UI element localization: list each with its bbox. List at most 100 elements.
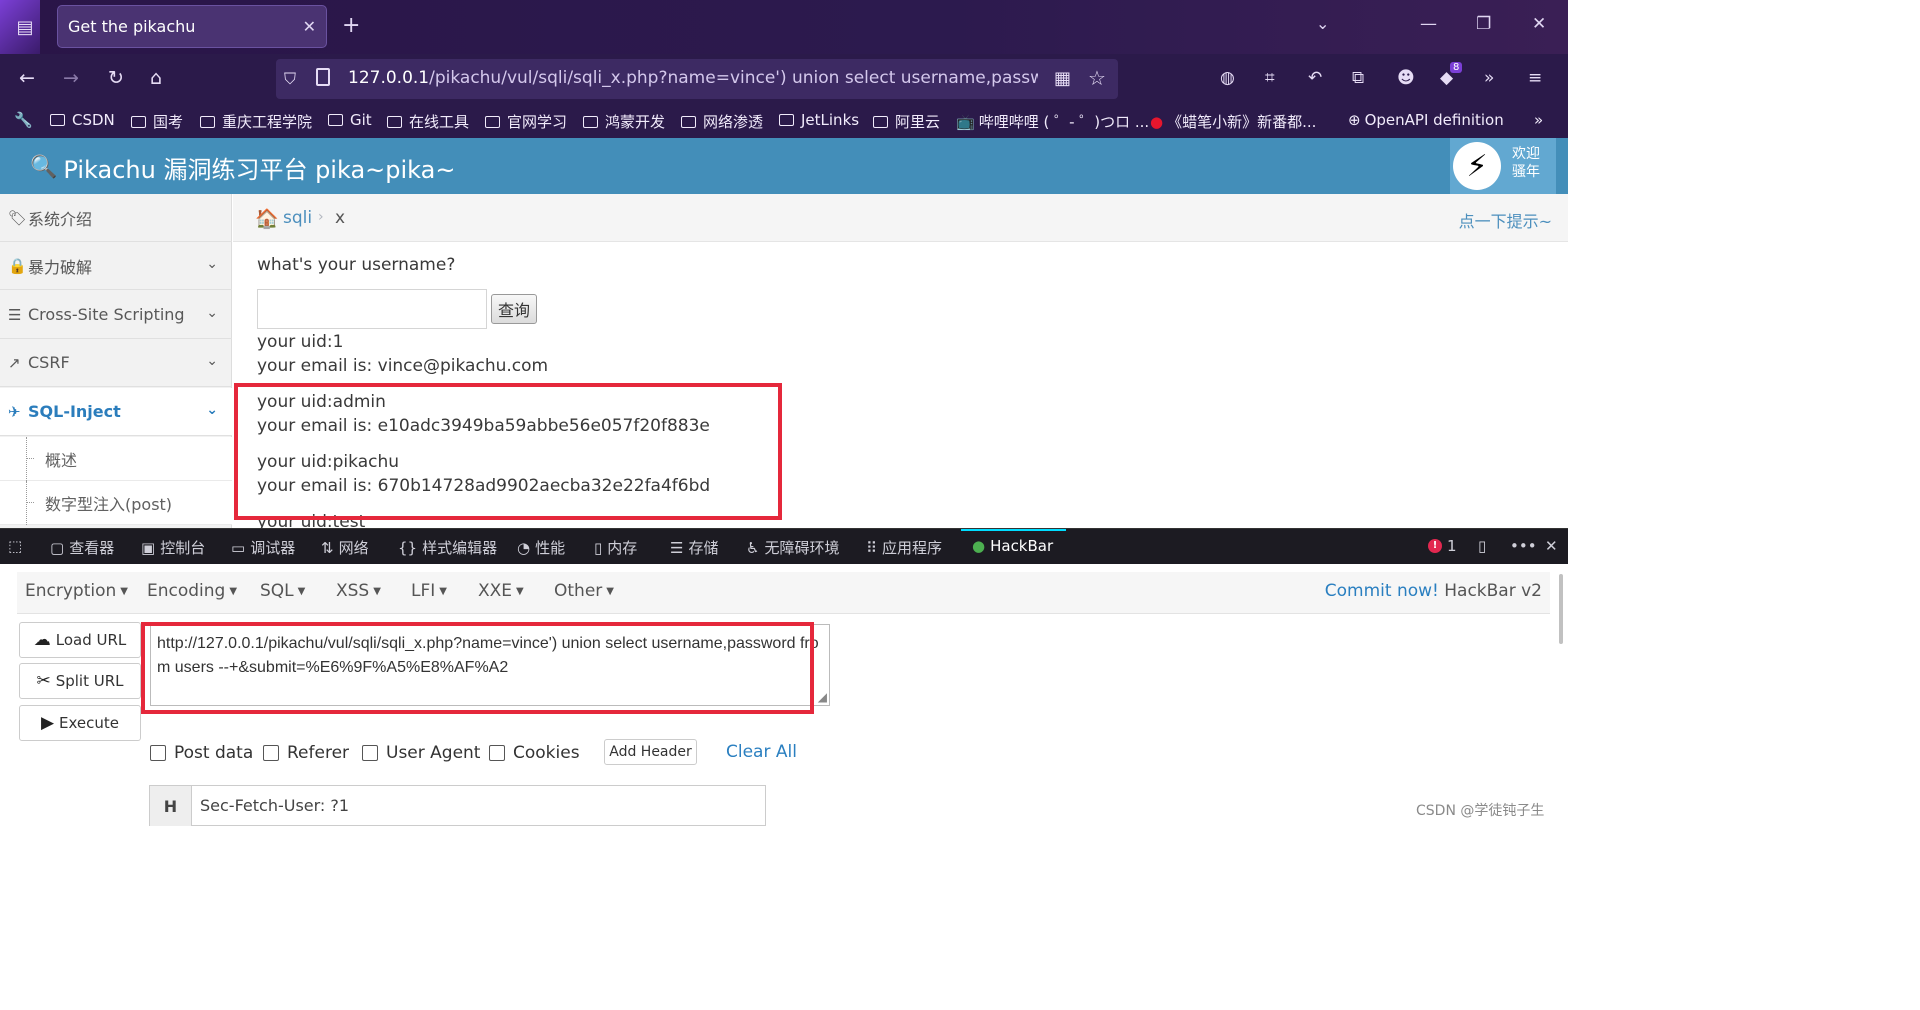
tab-style-editor[interactable]: {} 样式编辑器 — [398, 537, 497, 558]
menu-encoding[interactable]: Encoding ▼ — [147, 581, 237, 601]
bookmark-link[interactable]: ⊕ OpenAPI definition — [1348, 111, 1504, 129]
active-tab[interactable]: Get the pikachu ✕ — [57, 5, 327, 48]
bookmark-folder[interactable]: Git — [328, 111, 372, 129]
shield-icon[interactable]: ⛉ — [284, 69, 296, 89]
forward-icon[interactable]: → — [63, 68, 79, 88]
new-tab-icon[interactable]: + — [342, 13, 360, 38]
bookmark-folder[interactable]: 国考 — [131, 111, 183, 132]
tree-line — [26, 437, 27, 481]
post-data-checkbox[interactable]: Post data — [150, 743, 253, 763]
bookmark-folder[interactable]: 阿里云 — [873, 111, 940, 132]
tab-performance[interactable]: ◔ 性能 — [517, 537, 565, 558]
checkbox[interactable] — [150, 745, 166, 761]
checkbox[interactable] — [263, 745, 279, 761]
crop-icon[interactable]: ⌗ — [1265, 68, 1275, 88]
bookmark-folder[interactable]: 在线工具 — [387, 111, 469, 132]
hackbar-icon: ● — [972, 537, 986, 555]
clear-all-link[interactable]: Clear All — [726, 742, 797, 762]
sidebar-item-csrf[interactable]: ↗ CSRF ⌄ — [0, 339, 232, 387]
bookmark-folder[interactable]: 官网学习 — [485, 111, 567, 132]
bookmark-folder[interactable]: CSDN — [50, 111, 115, 129]
menu-other[interactable]: Other ▼ — [554, 581, 614, 601]
tab-network[interactable]: ⇅ 网络 — [321, 537, 369, 558]
sidebar-item-intro[interactable]: 🏷 系统介绍 — [0, 194, 232, 242]
restore-icon[interactable]: ❐ — [1476, 14, 1491, 34]
tab-accessibility[interactable]: ♿ 无障碍环境 — [746, 537, 839, 558]
referer-checkbox[interactable]: Referer — [263, 743, 349, 763]
tab-hackbar[interactable]: ● HackBar — [972, 537, 1053, 555]
minimize-icon[interactable]: — — [1420, 14, 1437, 34]
sidebar-subitem-overview[interactable]: 概述 — [0, 437, 232, 481]
menu-xxe[interactable]: XXE ▼ — [478, 581, 524, 601]
responsive-mode-icon[interactable]: ▯ — [1478, 537, 1486, 555]
load-url-button[interactable]: ☁ Load URL — [19, 622, 141, 658]
sidebar-item-sqli[interactable]: ✈ SQL-Inject ⌄ — [0, 388, 232, 436]
add-header-button[interactable]: Add Header — [604, 739, 697, 765]
menu-encryption[interactable]: Encryption ▼ — [25, 581, 128, 601]
tab-application[interactable]: ⠿ 应用程序 — [866, 537, 942, 558]
close-tab-icon[interactable]: ✕ — [303, 17, 316, 36]
tab-debugger[interactable]: ▭ 调试器 — [231, 537, 295, 558]
split-url-button[interactable]: ✂ Split URL — [19, 663, 141, 699]
breadcrumb-sqli[interactable]: sqli — [283, 208, 312, 228]
page-info-icon[interactable] — [316, 68, 330, 86]
sidebar-item-bruteforce[interactable]: 🔒 暴力破解 ⌄ — [0, 242, 232, 290]
home-icon[interactable]: 🏠 — [255, 207, 279, 230]
breadcrumb: 🏠 sqli › x 点一下提示~ — [233, 194, 1568, 242]
menu-sql[interactable]: SQL ▼ — [260, 581, 305, 601]
address-bar[interactable]: ⛉ 127.0.0.1/pikachu/vul/sqli/sqli_x.php?… — [276, 59, 1118, 99]
checkbox[interactable] — [489, 745, 505, 761]
scrollbar[interactable] — [1559, 574, 1563, 644]
site-title[interactable]: 🔍 Pikachu 漏洞练习平台 pika~pika~ — [30, 150, 455, 185]
menu-lfi[interactable]: LFI ▼ — [411, 581, 447, 601]
execute-button[interactable]: ▶ Execute — [19, 705, 141, 741]
more-options-icon[interactable]: ••• — [1510, 537, 1537, 555]
header-value-input[interactable]: Sec-Fetch-User: ?1 — [200, 796, 349, 815]
username-input[interactable] — [257, 289, 487, 329]
menu-icon[interactable]: ≡ — [1528, 68, 1542, 88]
bookmark-link[interactable]: 📺 哔哩哔哩 ( ゜- ゜)つロ ... — [956, 111, 1149, 132]
reload-icon[interactable]: ↻ — [108, 68, 124, 88]
wrench-icon[interactable]: 🔧 — [14, 111, 33, 129]
cookies-checkbox[interactable]: Cookies — [489, 743, 580, 763]
extensions-icon[interactable]: ⧉ — [1352, 68, 1364, 88]
chevron-down-icon[interactable]: ⌄ — [1316, 14, 1329, 33]
profile-icon[interactable]: ☻ — [1397, 68, 1415, 88]
bookmark-star-icon[interactable]: ☆ — [1088, 66, 1106, 90]
resize-grip-icon[interactable]: ◢ — [818, 691, 827, 703]
undo-icon[interactable]: ↶ — [1308, 68, 1322, 88]
checkbox[interactable] — [362, 745, 378, 761]
bookmarks-overflow-icon[interactable]: » — [1534, 111, 1543, 129]
bookmark-link[interactable]: ● 《蜡笔小新》新番都... — [1150, 111, 1316, 132]
url-text[interactable]: 127.0.0.1/pikachu/vul/sqli/sqli_x.php?na… — [348, 68, 1038, 90]
home-icon[interactable]: ⌂ — [150, 68, 162, 88]
bookmark-folder[interactable]: 网络渗透 — [681, 111, 763, 132]
overflow-chevron-icon[interactable]: » — [1484, 68, 1494, 88]
qr-code-icon[interactable]: ▦ — [1054, 68, 1071, 89]
back-icon[interactable]: ← — [19, 68, 35, 88]
element-picker-icon[interactable]: ⬚ — [8, 537, 22, 555]
commit-link[interactable]: Commit now! — [1325, 581, 1439, 601]
close-devtools-icon[interactable]: ✕ — [1545, 537, 1558, 555]
sidebar-item-xss[interactable]: ☰ Cross-Site Scripting ⌄ — [0, 291, 232, 339]
cloud-download-icon: ☁ — [33, 630, 51, 650]
sidebar-subitem-numeric-post[interactable]: 数字型注入(post) — [0, 481, 232, 525]
bookmark-folder[interactable]: JetLinks — [779, 111, 859, 129]
tab-label: 内存 — [607, 539, 638, 557]
tab-inspector[interactable]: ▢ 查看器 — [50, 537, 114, 558]
extension-avatar-icon[interactable]: ◍ — [1220, 68, 1235, 88]
hint-link[interactable]: 点一下提示~ — [1459, 208, 1552, 232]
tab-console[interactable]: ▣ 控制台 — [141, 537, 205, 558]
tab-storage[interactable]: ☰ 存储 — [670, 537, 718, 558]
menu-xss[interactable]: XSS ▼ — [336, 581, 381, 601]
list-all-tabs-icon[interactable]: ▤ — [10, 12, 40, 42]
tab-memory[interactable]: ▯ 内存 — [594, 537, 637, 558]
search-button[interactable]: 查询 — [491, 294, 537, 324]
screen: { "browser": { "tab_title": "Get the pik… — [0, 0, 1568, 826]
close-window-icon[interactable]: ✕ — [1532, 14, 1546, 34]
user-menu[interactable]: ⚡ 欢迎 骚年 — [1450, 138, 1556, 194]
error-counter[interactable]: ! 1 — [1428, 537, 1457, 555]
bookmark-folder[interactable]: 重庆工程学院 — [200, 111, 312, 132]
bookmark-folder[interactable]: 鸿蒙开发 — [583, 111, 665, 132]
user-agent-checkbox[interactable]: User Agent — [362, 743, 480, 763]
